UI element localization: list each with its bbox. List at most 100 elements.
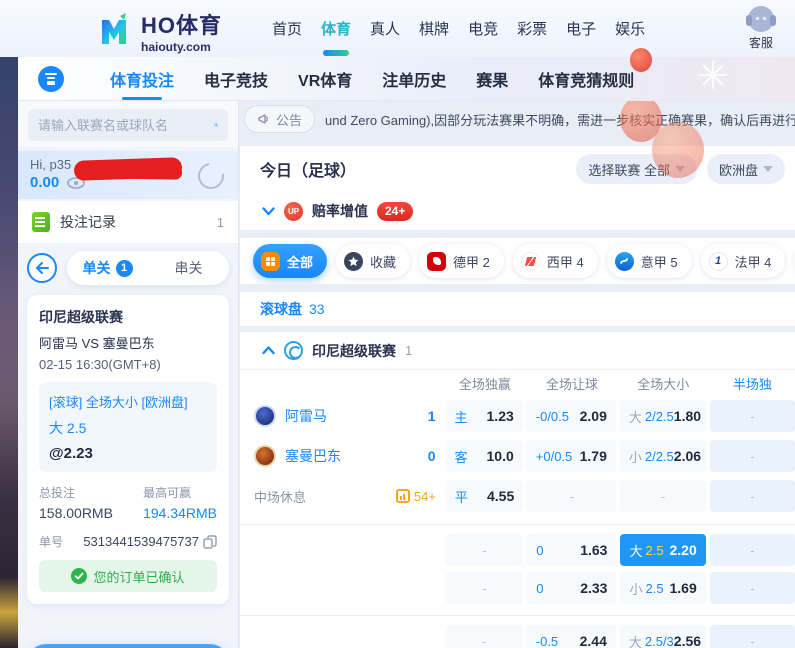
- redaction-scribble: [74, 157, 183, 181]
- live-markets-row[interactable]: 滚球盘 33: [240, 292, 795, 326]
- market-column-headers: 全场独赢 全场让球 全场大小 半场独: [240, 370, 795, 396]
- top-header: HO体育 haiouty.com 首页 体育 真人 棋牌 电竞 彩票 电子 娱乐…: [0, 0, 795, 57]
- total-stake-label: 总投注: [39, 484, 113, 501]
- row-divider: [240, 615, 795, 616]
- search-input[interactable]: [38, 118, 214, 133]
- bet-record-row[interactable]: 投注记录 1: [18, 201, 238, 243]
- back-button[interactable]: [27, 253, 57, 283]
- main-content: 公告 und Zero Gaming),因部分玩法赛果不明确，需进一步核实正确赛…: [240, 101, 795, 648]
- order-confirmed-banner: 您的订单已确认: [39, 560, 217, 592]
- odds-cell[interactable]: -0.5 2.44: [527, 625, 616, 648]
- odds-boost-row[interactable]: UP 赔率增值 24+: [240, 192, 795, 230]
- table-row-market: - 0 2.33 小 2.5 1.69 -: [240, 569, 795, 607]
- slip-selection-box: [滚球] 全场大小 [欧洲盘] 大 2.5 @2.23: [39, 382, 217, 472]
- check-circle-icon: [71, 568, 87, 584]
- nav-sports[interactable]: 体育: [321, 18, 351, 39]
- odds-boost-up-icon: UP: [284, 202, 303, 221]
- copy-icon[interactable]: [203, 535, 217, 549]
- tab-sports-betting[interactable]: 体育投注: [110, 67, 174, 91]
- confirm-button[interactable]: 确定: [27, 644, 229, 648]
- odds-cell[interactable]: 0 2.33: [527, 572, 616, 604]
- league-table-card: 印尼超级联赛 1 全场独赢 全场让球 全场大小 半场独 阿雷马 1 主: [240, 332, 795, 648]
- lantern-decoration: [630, 48, 652, 72]
- live-markets-label: 滚球盘: [260, 299, 302, 319]
- stadium-background-strip: [0, 57, 18, 648]
- nav-lottery[interactable]: 彩票: [517, 18, 547, 39]
- tab-results[interactable]: 赛果: [476, 67, 508, 91]
- markets-icon: [396, 489, 410, 503]
- odds-cell-empty: -: [620, 480, 705, 512]
- single-bet-count-badge: 1: [116, 260, 133, 277]
- nav-home[interactable]: 首页: [272, 18, 302, 39]
- balance-value: 0.00: [30, 174, 59, 191]
- header-fulltime-handicap: 全场让球: [527, 374, 616, 393]
- megaphone-icon: [257, 112, 271, 126]
- nav-slots[interactable]: 电子: [566, 18, 596, 39]
- odds-cell[interactable]: 小 2.5 1.69: [620, 572, 705, 604]
- site-logo[interactable]: HO体育 haiouty.com: [95, 8, 222, 54]
- chevron-up-icon: [262, 346, 275, 355]
- more-markets-link[interactable]: 54+: [396, 489, 436, 504]
- odds-cell[interactable]: 主 1.23: [446, 400, 523, 432]
- filter-ligue1[interactable]: 1 法甲 4: [701, 244, 786, 278]
- slip-odds: @2.23: [49, 445, 207, 462]
- bet-record-count: 1: [217, 215, 224, 230]
- odds-cell-selected[interactable]: 大 2.5 2.20: [620, 534, 705, 566]
- tab-parlay-bet[interactable]: 串关: [148, 258, 229, 278]
- odds-cell[interactable]: 大 2.5/3 2.56: [620, 625, 706, 648]
- odds-cell[interactable]: -0/0.5 2.09: [527, 400, 616, 432]
- odds-cell-empty: -: [710, 480, 795, 512]
- table-row-market: - 0 1.63 大 2.5 2.20 -: [240, 531, 795, 569]
- order-confirmed-text: 您的订单已确认: [93, 567, 184, 586]
- tab-single-bet[interactable]: 单关 1: [67, 258, 148, 278]
- announcement-bar: 公告 und Zero Gaming),因部分玩法赛果不明确，需进一步核实正确赛…: [240, 101, 795, 137]
- odds-cell[interactable]: 客 10.0: [446, 440, 523, 472]
- nav-live-casino[interactable]: 真人: [370, 18, 400, 39]
- customer-service-button[interactable]: 客服: [741, 6, 781, 51]
- logo-title: HO体育: [141, 8, 222, 40]
- search-box[interactable]: [28, 109, 228, 141]
- filter-all[interactable]: 全部: [253, 244, 327, 278]
- league-logo-icon: [284, 341, 303, 360]
- filter-laliga[interactable]: 西甲 4: [513, 244, 598, 278]
- betslip-tabs: 单关 1 串关: [67, 251, 229, 285]
- nav-esports[interactable]: 电竞: [468, 18, 498, 39]
- odds-cell[interactable]: 大 2/2.5 1.80: [620, 400, 706, 432]
- odds-type-dropdown[interactable]: 欧洲盘: [707, 154, 785, 184]
- away-team-name[interactable]: 塞曼巴东: [285, 446, 428, 466]
- slip-match-time: 02-15 16:30(GMT+8): [39, 357, 217, 372]
- odds-boost-label: 赔率增值: [312, 201, 368, 221]
- odds-cell[interactable]: 0 1.63: [527, 534, 616, 566]
- tab-vr-sports[interactable]: VR体育: [298, 67, 352, 91]
- search-icon[interactable]: [214, 117, 218, 133]
- league-section-header[interactable]: 印尼超级联赛 1: [240, 332, 795, 370]
- home-team-logo: [254, 405, 276, 427]
- tab-bet-history[interactable]: 注单历史: [382, 67, 446, 91]
- odds-cell[interactable]: 小 2/2.5 2.06: [620, 440, 706, 472]
- odds-cell[interactable]: +0/0.5 1.79: [527, 440, 616, 472]
- max-win-value: 194.34RMB: [143, 505, 217, 521]
- filter-favorites[interactable]: 收藏: [336, 244, 410, 278]
- menu-filter-icon[interactable]: [38, 66, 64, 92]
- customer-service-label: 客服: [741, 34, 781, 51]
- order-no-label: 单号: [39, 533, 63, 550]
- odds-cell-empty: -: [710, 572, 795, 604]
- bet-record-label: 投注记录: [60, 212, 217, 232]
- nav-entertainment[interactable]: 娱乐: [615, 18, 645, 39]
- tab-rules[interactable]: 体育竞猜规则: [538, 67, 634, 91]
- header-fulltime-overunder: 全场大小: [621, 374, 706, 393]
- ligue1-icon: 1: [709, 252, 728, 271]
- page: HO体育 haiouty.com 首页 体育 真人 棋牌 电竞 彩票 电子 娱乐…: [0, 0, 795, 648]
- nav-cards[interactable]: 棋牌: [419, 18, 449, 39]
- announcement-label: 公告: [276, 110, 302, 129]
- odds-cell[interactable]: 平 4.55: [446, 480, 523, 512]
- odds-cell-empty: -: [710, 440, 795, 472]
- odds-cell-empty: -: [527, 480, 616, 512]
- filter-bundesliga[interactable]: 德甲 2: [419, 244, 504, 278]
- tab-esports[interactable]: 电子竞技: [204, 67, 268, 91]
- max-win-label: 最高可赢: [143, 484, 217, 501]
- top-nav: 首页 体育 真人 棋牌 电竞 彩票 电子 娱乐: [272, 0, 645, 57]
- announcement-pill[interactable]: 公告: [244, 105, 315, 133]
- filter-serie-a[interactable]: 意甲 5: [607, 244, 692, 278]
- home-team-name[interactable]: 阿雷马: [285, 406, 428, 426]
